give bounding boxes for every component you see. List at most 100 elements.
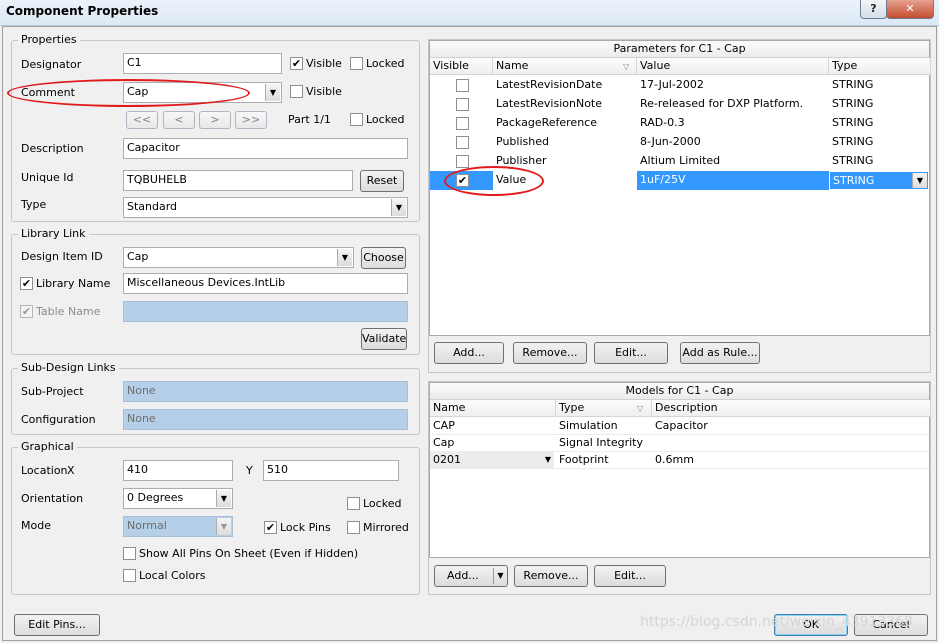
models-remove-button[interactable]: Remove...	[514, 565, 588, 587]
models-edit-button[interactable]: Edit...	[594, 565, 666, 587]
edit-pins-button[interactable]: Edit Pins...	[14, 614, 100, 636]
parameter-value: 17-Jul-2002	[640, 78, 704, 91]
chevron-down-icon[interactable]: ▼	[216, 490, 231, 507]
parameter-visible-checkbox[interactable]	[456, 136, 469, 149]
chevron-down-icon: ▼	[216, 518, 231, 535]
choose-button[interactable]: Choose	[361, 247, 406, 269]
reset-button[interactable]: Reset	[360, 170, 404, 192]
last-part-button[interactable]: >>	[235, 111, 267, 129]
parameter-visible-checkbox[interactable]	[456, 155, 469, 168]
library-name-field[interactable]: Miscellaneous Devices.IntLib	[123, 273, 408, 294]
parameter-row[interactable]: PackageReference RAD-0.3 STRING	[430, 114, 929, 133]
chevron-down-icon[interactable]: ▼	[265, 84, 280, 101]
parameter-row[interactable]: Published 8-Jun-2000 STRING	[430, 133, 929, 152]
add-as-rule-button[interactable]: Add as Rule...	[680, 342, 760, 364]
sub-project-label: Sub-Project	[21, 385, 84, 398]
part-locked-label: Locked	[366, 113, 405, 126]
part-locked-checkbox[interactable]	[350, 113, 363, 126]
parameter-name: LatestRevisionNote	[496, 97, 603, 110]
chevron-down-icon[interactable]: ▼	[545, 452, 551, 468]
graphical-locked-checkbox[interactable]	[347, 497, 360, 510]
mirrored-checkbox[interactable]	[347, 521, 360, 534]
column-visible[interactable]: Visible	[430, 58, 493, 75]
local-colors-checkbox[interactable]	[123, 569, 136, 582]
parameter-name: PackageReference	[496, 116, 597, 129]
model-row[interactable]: CAP Simulation Capacitor	[430, 418, 929, 435]
model-type: Footprint	[559, 453, 609, 466]
chevron-down-icon[interactable]: ▼	[391, 199, 406, 216]
model-row[interactable]: Cap Signal Integrity	[430, 435, 929, 452]
sort-indicator-icon: ▽	[623, 62, 630, 71]
add-as-rule-label: Add as Rule...	[682, 346, 758, 359]
location-x-field[interactable]: 410	[123, 460, 233, 481]
orientation-label: Orientation	[21, 492, 84, 505]
parameter-visible-checkbox[interactable]	[456, 79, 469, 92]
show-all-pins-checkbox[interactable]	[123, 547, 136, 560]
parameter-visible-checkbox[interactable]	[456, 117, 469, 130]
description-field[interactable]: Capacitor	[123, 138, 408, 159]
chevron-down-icon[interactable]: ▼	[337, 249, 352, 266]
models-column-name[interactable]: Name	[430, 400, 556, 417]
sub-design-group-title: Sub-Design Links	[18, 361, 119, 374]
parameter-visible-checkbox[interactable]	[456, 98, 469, 111]
model-type: Simulation	[559, 419, 618, 432]
configuration-label: Configuration	[21, 413, 96, 426]
parameter-row[interactable]: LatestRevisionNote Re-released for DXP P…	[430, 95, 929, 114]
column-type[interactable]: Type	[829, 58, 931, 75]
parameter-type-combo[interactable]: STRING ▼	[829, 171, 929, 190]
parameters-caption: Parameters for C1 - Cap	[430, 41, 929, 58]
model-row[interactable]: 0201 ▼ Footprint 0.6mm	[430, 452, 929, 469]
local-colors-label: Local Colors	[139, 569, 206, 582]
models-column-description[interactable]: Description	[652, 400, 931, 417]
title-bar: Component Properties ? ✕	[0, 0, 939, 26]
parameters-edit-button[interactable]: Edit...	[594, 342, 668, 364]
library-link-group-title: Library Link	[18, 227, 89, 240]
location-label: Location	[21, 464, 68, 477]
parameters-remove-button[interactable]: Remove...	[513, 342, 587, 364]
parameter-row[interactable]: LatestRevisionDate 17-Jul-2002 STRING	[430, 76, 929, 95]
design-item-label: Design Item ID	[21, 250, 103, 263]
model-type: Signal Integrity	[559, 436, 643, 449]
model-name: 0201	[433, 453, 461, 466]
chevron-down-icon[interactable]: ▼	[912, 173, 927, 188]
validate-button[interactable]: Validate	[361, 328, 407, 350]
location-x-label: X	[67, 464, 75, 477]
designator-locked-label: Locked	[366, 57, 405, 70]
location-y-field[interactable]: 510	[263, 460, 399, 481]
designator-locked-checkbox[interactable]	[350, 57, 363, 70]
parameter-name: LatestRevisionDate	[496, 78, 603, 91]
unique-id-field[interactable]: TQBUHELB	[123, 170, 353, 191]
parameters-add-button[interactable]: Add...	[434, 342, 504, 364]
help-button[interactable]: ?	[860, 0, 887, 19]
next-part-button[interactable]: >	[199, 111, 231, 129]
first-part-button[interactable]: <<	[126, 111, 158, 129]
designator-field[interactable]: C1	[123, 53, 282, 74]
close-button[interactable]: ✕	[886, 0, 934, 19]
lock-pins-checkbox[interactable]: ✔	[264, 521, 277, 534]
value-row-highlight-ellipse	[444, 166, 544, 196]
add-label: Add...	[453, 346, 485, 359]
model-description	[652, 435, 655, 452]
orientation-combo[interactable]: 0 Degrees ▼	[123, 488, 233, 509]
comment-visible-checkbox[interactable]	[290, 85, 303, 98]
description-label: Description	[21, 142, 84, 155]
column-name[interactable]: Name	[493, 58, 637, 75]
prev-part-button[interactable]: <	[163, 111, 195, 129]
chevron-down-icon[interactable]: ▼	[493, 568, 507, 584]
models-add-button[interactable]: Add... ▼	[434, 565, 508, 587]
lock-pins-label: Lock Pins	[280, 521, 331, 534]
designator-visible-checkbox[interactable]: ✔	[290, 57, 303, 70]
model-name-combo[interactable]: 0201 ▼	[430, 452, 554, 469]
edit-label: Edit...	[615, 346, 647, 359]
parameter-type: STRING	[832, 78, 874, 91]
library-name-checkbox[interactable]: ✔	[20, 277, 33, 290]
type-combo[interactable]: Standard ▼	[123, 197, 408, 218]
models-caption: Models for C1 - Cap	[430, 383, 929, 400]
models-edit-label: Edit...	[614, 569, 646, 582]
parameter-value: Re-released for DXP Platform.	[640, 97, 804, 110]
models-grid: Models for C1 - Cap Name Type ▽ Descript…	[429, 382, 931, 558]
mirrored-label: Mirrored	[363, 521, 409, 534]
model-name: CAP	[433, 419, 455, 432]
design-item-combo[interactable]: Cap ▼	[123, 247, 354, 268]
column-value[interactable]: Value	[637, 58, 829, 75]
